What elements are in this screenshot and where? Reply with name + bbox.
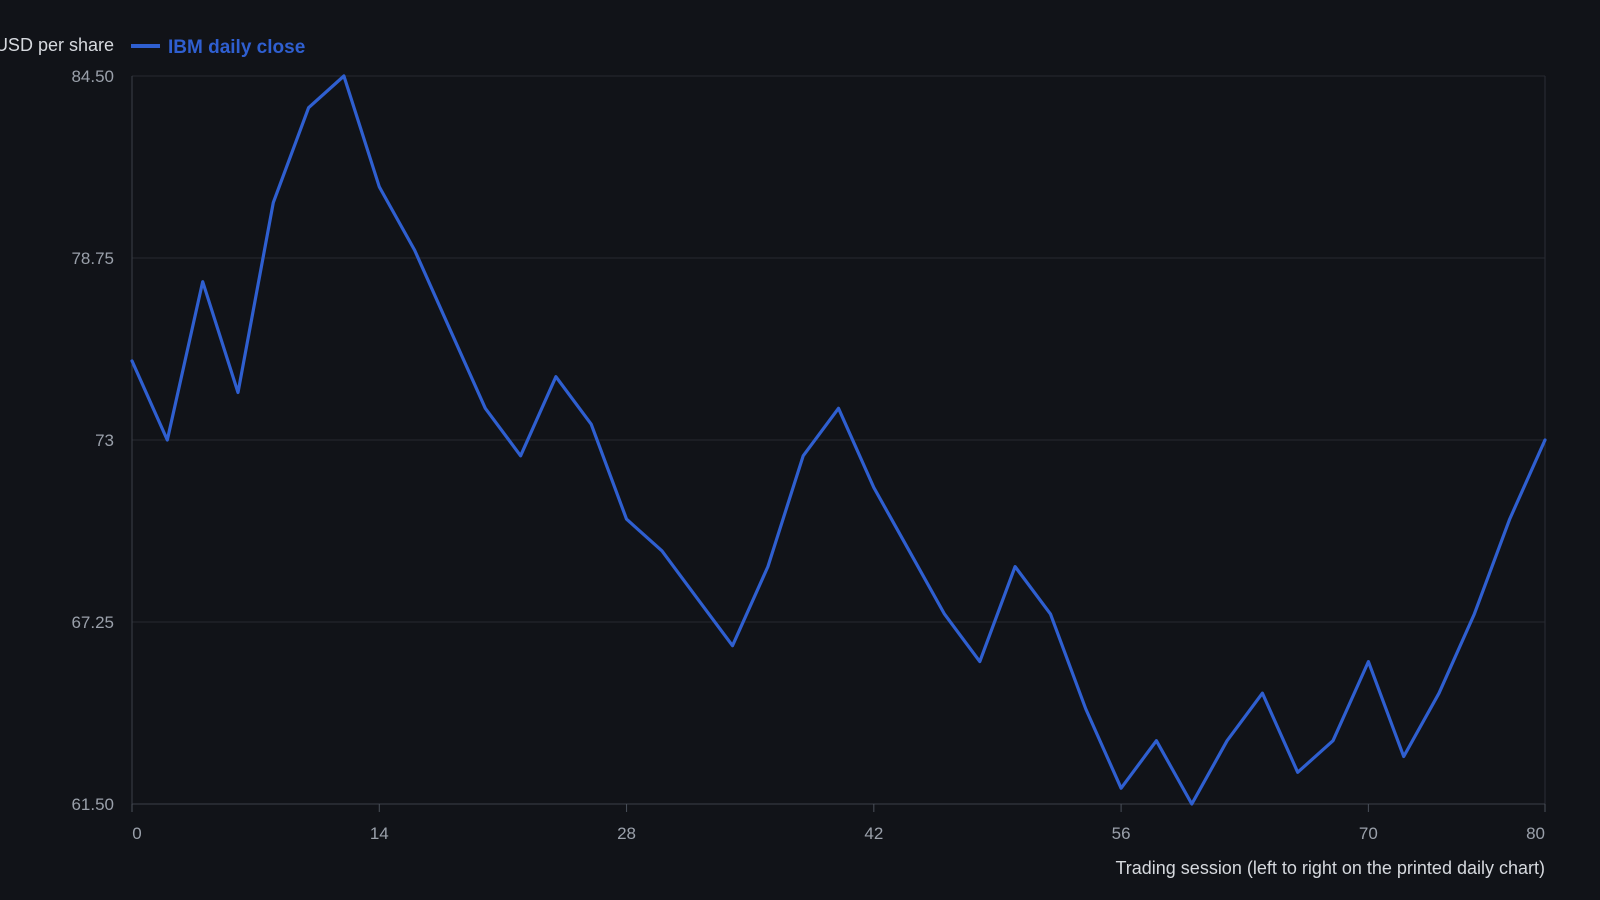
y-tick-label: 84.50 [71,67,114,86]
x-tick-label: 42 [864,824,883,843]
x-tick-label: 0 [132,824,141,843]
x-axis-title: Trading session (left to right on the pr… [1115,858,1545,878]
x-tick-label: 28 [617,824,636,843]
y-tick-label: 78.75 [71,249,114,268]
y-tick-label: 67.25 [71,613,114,632]
x-tick-label: 14 [370,824,389,843]
line-chart: 61.50 67.25 73 78.75 84.50 0 14 28 42 56 70 80 USD … [0,35,1547,878]
legend-label-ibm: IBM daily close [168,37,305,58]
x-tick-label: 70 [1359,824,1378,843]
x-tick-label: 56 [1112,824,1131,843]
legend: USD per share IBM daily close [0,35,305,58]
chart-container: 61.50 67.25 73 78.75 84.50 0 14 28 42 56 70 80 USD … [0,0,1600,900]
grid-layer [132,75,1546,805]
y-axis-title: USD per share [0,35,114,55]
y-tick-label: 73 [95,431,114,450]
axis-layer: 61.50 67.25 73 78.75 84.50 0 14 28 42 56 70 80 [71,67,1546,843]
y-tick-label: 61.50 [71,795,114,814]
x-tick-label: 80 [1526,824,1545,843]
